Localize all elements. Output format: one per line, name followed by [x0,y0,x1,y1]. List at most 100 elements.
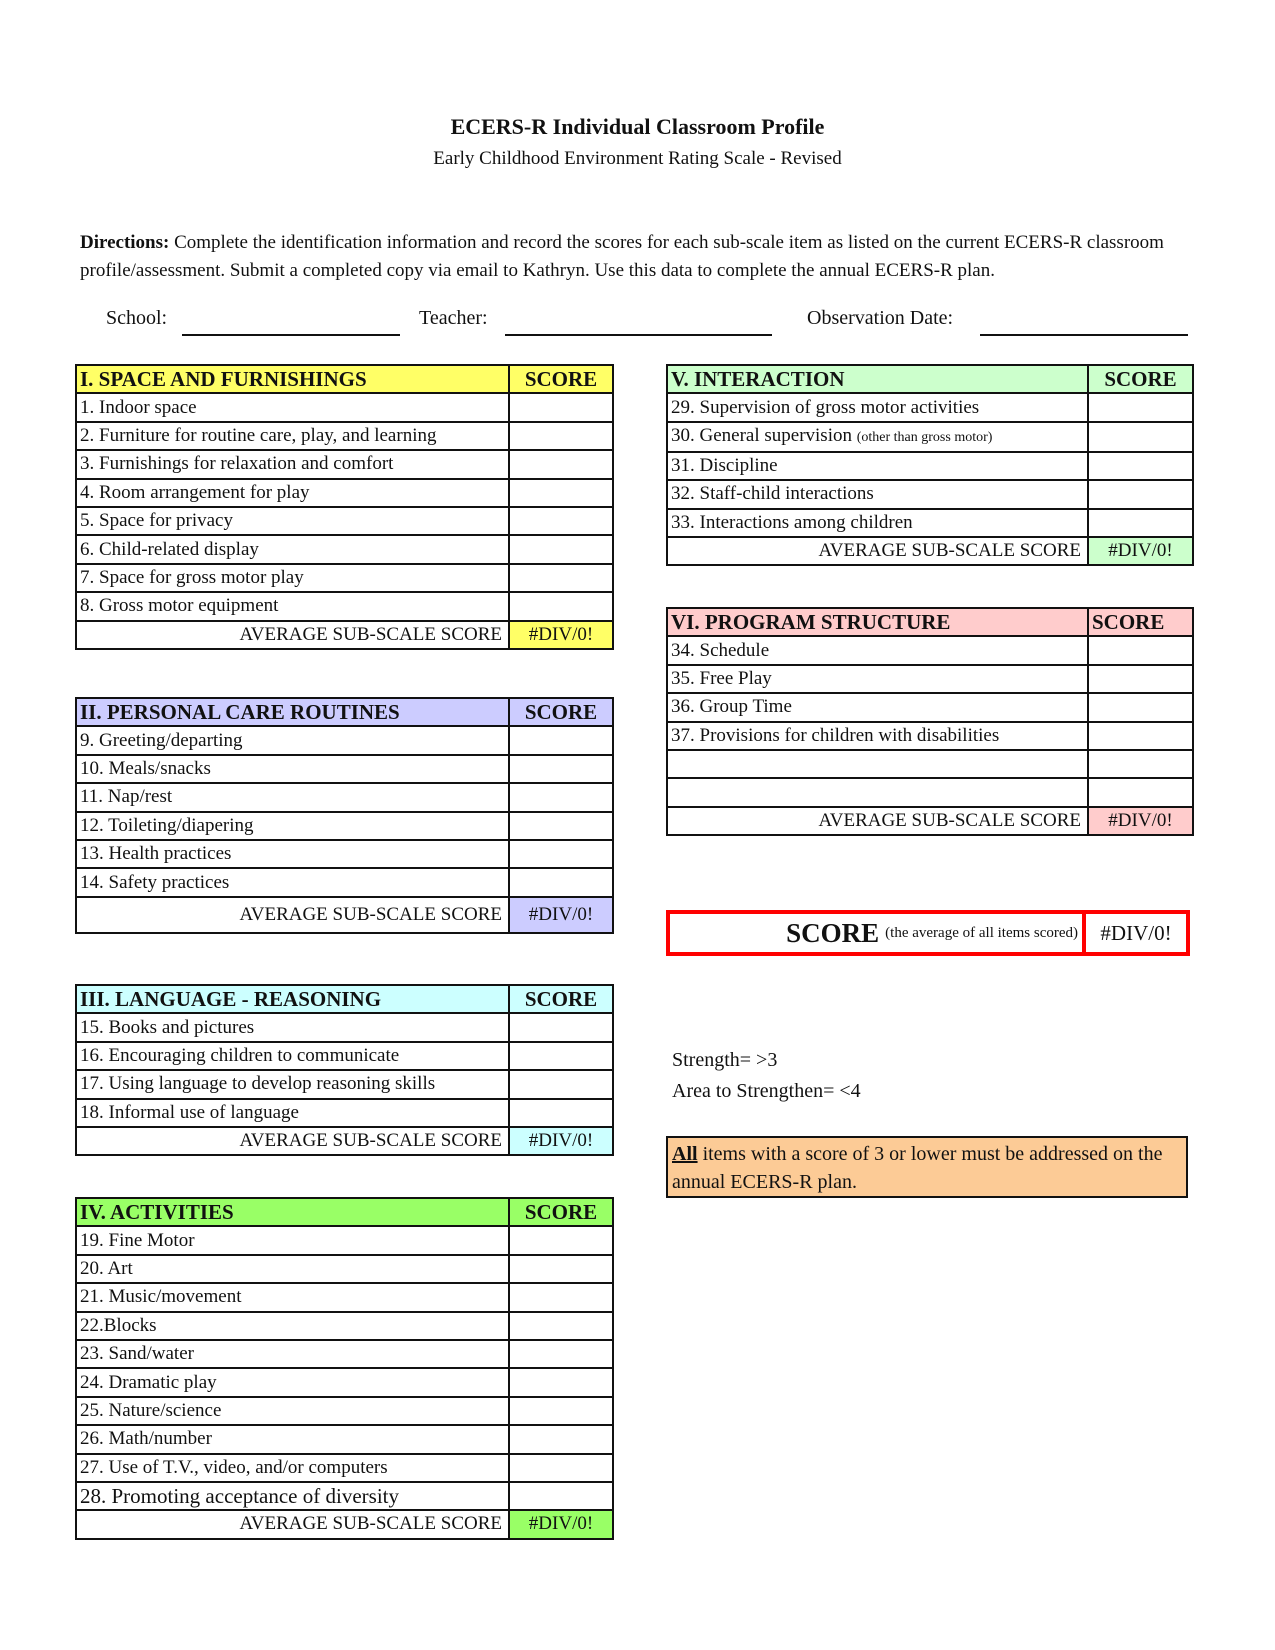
section-header: IV. ACTIVITIES SCORE [75,1196,614,1228]
average-score-value: #DIV/0! [508,1509,614,1540]
item-text: 35. Free Play [671,667,772,689]
item-text: 7. Space for gross motor play [80,566,304,588]
item-label [666,777,1089,808]
item-score-cell[interactable] [508,1282,614,1313]
score-column-header: SCORE [508,696,614,728]
item-score-cell[interactable] [508,1097,614,1128]
item-score-cell[interactable] [508,534,614,565]
average-row: AVERAGE SUB-SCALE SCORE #DIV/0! [666,535,1194,567]
overall-score-box: SCORE (the average of all items scored) … [666,910,1190,956]
section-table-5: V. INTERACTION SCORE 29. Supervision of gr… [666,363,1194,567]
item-text: 34. Schedule [671,639,770,661]
item-row: 25. Nature/science [75,1395,614,1427]
item-text: 4. Room arrangement for play [80,481,310,503]
item-score-cell[interactable] [1087,635,1194,666]
school-field[interactable] [182,334,400,336]
item-score-cell[interactable] [1087,420,1194,453]
observation-date-label: Observation Date: [807,307,954,329]
item-text: 10. Meals/snacks [80,757,211,779]
item-label: 11. Nap/rest [75,782,510,813]
item-score-cell[interactable] [508,392,614,423]
item-score-cell[interactable] [508,562,614,594]
item-score-cell[interactable] [508,1253,614,1285]
item-score-cell[interactable] [508,477,614,508]
item-text: 23. Sand/water [80,1343,194,1365]
item-text: 3. Furnishings for relaxation and comfor… [80,453,394,475]
item-label: 9. Greeting/departing [75,725,510,756]
section-table-4: IV. ACTIVITIES SCORE 19. Fine Motor 20. Art… [75,1196,614,1540]
section-header: II. PERSONAL CARE ROUTINES SCORE [75,696,614,728]
item-row: 24. Dramatic play [75,1367,614,1398]
item-score-cell[interactable] [508,753,614,785]
item-score-cell[interactable] [1087,507,1194,538]
item-score-cell[interactable] [508,505,614,537]
item-score-cell[interactable] [508,782,614,813]
item-score-cell[interactable] [508,1040,614,1072]
item-row: 27. Use of T.V., video, and/or computers [75,1452,614,1483]
average-score-value: #DIV/0! [1087,805,1194,837]
item-score-cell[interactable] [508,1452,614,1483]
average-row: AVERAGE SUB-SCALE SCORE #DIV/0! [75,1125,614,1157]
item-score-cell[interactable] [508,1480,614,1512]
section-table-2: II. PERSONAL CARE ROUTINES SCORE 9. Greeti… [75,696,614,934]
item-row: 21. Music/movement [75,1282,614,1313]
item-row: 33. Interactions among children [666,507,1194,538]
item-row: 37. Provisions for children with disabil… [666,720,1194,751]
item-score-cell[interactable] [508,591,614,622]
item-score-cell[interactable] [1087,392,1194,423]
item-score-cell[interactable] [508,1069,614,1100]
item-score-cell[interactable] [1087,748,1194,780]
item-row: 9. Greeting/departing [75,725,614,756]
score-column-header: SCORE [508,363,614,395]
item-score-cell[interactable] [508,838,614,870]
average-label: AVERAGE SUB-SCALE SCORE [75,895,510,934]
item-score-cell[interactable] [508,1395,614,1427]
item-text: 13. Health practices [80,843,232,865]
item-score-cell[interactable] [508,449,614,480]
item-row: 26. Math/number [75,1424,614,1455]
overall-score-label: SCORE [786,917,880,948]
item-score-cell[interactable] [508,420,614,452]
item-label: 6. Child-related display [75,534,510,565]
item-label: 7. Space for gross motor play [75,562,510,594]
section-header: VI. PROGRAM STRUCTURE SCORE [666,606,1194,638]
item-label: 3. Furnishings for relaxation and comfor… [75,449,510,480]
item-row: 10. Meals/snacks [75,753,614,785]
item-score-cell[interactable] [1087,720,1194,751]
item-text: 27. Use of T.V., video, and/or computers [80,1456,388,1478]
item-score-cell[interactable] [1087,692,1194,723]
teacher-field[interactable] [505,334,772,336]
section-title: II. PERSONAL CARE ROUTINES [75,696,510,728]
item-score-cell[interactable] [1087,663,1194,695]
item-note: (other than gross motor) [856,429,993,445]
score-column-header: SCORE [508,1196,614,1228]
item-label: 10. Meals/snacks [75,753,510,785]
item-score-cell[interactable] [508,1338,614,1370]
average-row: AVERAGE SUB-SCALE SCORE #DIV/0! [75,895,614,934]
item-score-cell[interactable] [508,1367,614,1398]
item-score-cell[interactable] [508,725,614,756]
average-score-value: #DIV/0! [1087,535,1194,567]
item-score-cell[interactable] [508,1310,614,1341]
item-label: 33. Interactions among children [666,507,1089,538]
item-label: 12. Toileting/diapering [75,810,510,841]
item-score-cell[interactable] [508,867,614,898]
item-score-cell[interactable] [1087,777,1194,808]
item-score-cell[interactable] [1087,479,1194,510]
item-score-cell[interactable] [508,1225,614,1256]
item-score-cell[interactable] [508,810,614,841]
section-title: I. SPACE AND FURNISHINGS [75,363,510,395]
item-text: 20. Art [80,1257,133,1279]
average-score-value: #DIV/0! [508,619,614,650]
item-score-cell[interactable] [508,1424,614,1455]
item-text: 26. Math/number [80,1428,212,1450]
item-score-cell[interactable] [508,1012,614,1043]
item-score-cell[interactable] [1087,450,1194,482]
directions-label: Directions: [80,232,170,253]
overall-score-value: #DIV/0! [1100,920,1172,945]
item-label: 5. Space for privacy [75,505,510,537]
item-label: 1. Indoor space [75,392,510,423]
item-label: 15. Books and pictures [75,1012,510,1043]
observation-date-field[interactable] [980,334,1188,336]
item-row: 32. Staff-child interactions [666,479,1194,510]
